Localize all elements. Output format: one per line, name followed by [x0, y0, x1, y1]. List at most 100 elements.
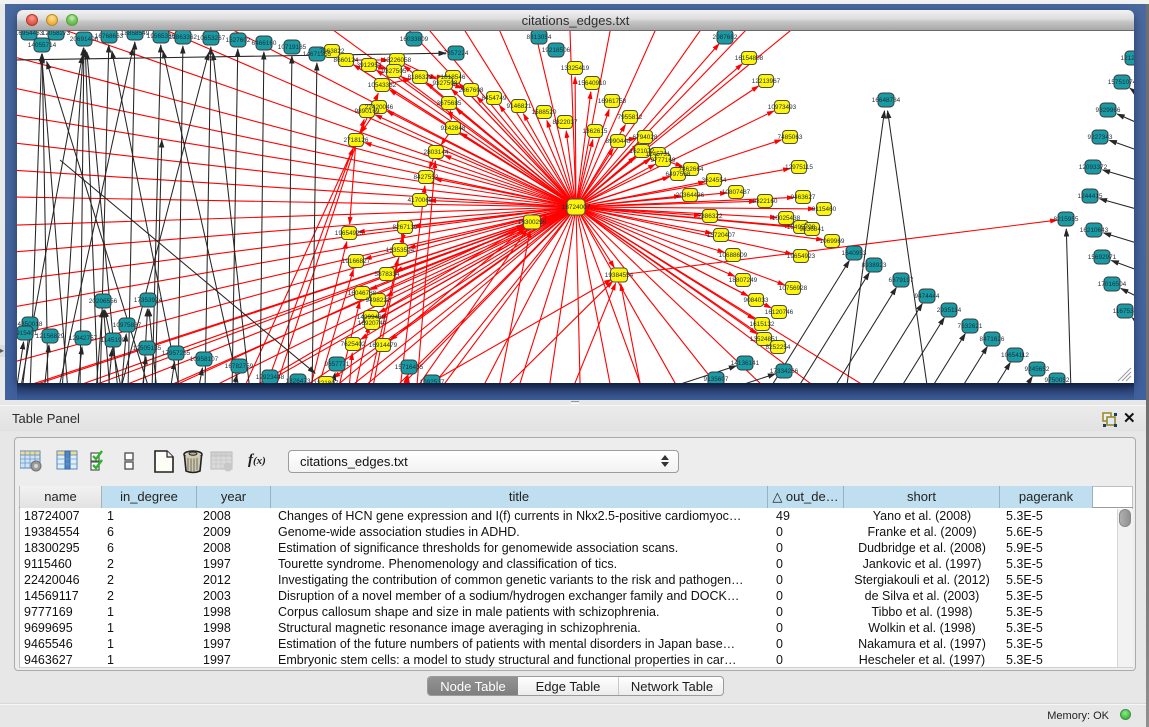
svg-text:1826473: 1826473 — [286, 378, 311, 383]
svg-text:6794028: 6794028 — [633, 134, 658, 141]
svg-text:13226058: 13226058 — [383, 57, 412, 64]
svg-text:10975887: 10975887 — [113, 322, 142, 329]
svg-text:9657771: 9657771 — [325, 361, 350, 368]
svg-text:12156829: 12156829 — [36, 333, 65, 340]
svg-text:9750052: 9750052 — [1045, 377, 1070, 383]
svg-text:9327508: 9327508 — [433, 80, 458, 87]
svg-text:16961758: 16961758 — [598, 98, 627, 105]
svg-text:9329966: 9329966 — [1096, 107, 1121, 114]
svg-text:8427552: 8427552 — [414, 174, 439, 181]
svg-text:16782759: 16782759 — [225, 363, 254, 370]
svg-text:13353594: 13353594 — [386, 247, 415, 254]
svg-text:10688609: 10688609 — [719, 252, 748, 259]
svg-text:14055714: 14055714 — [28, 42, 57, 49]
svg-text:11863362: 11863362 — [169, 34, 197, 41]
svg-text:13524851: 13524851 — [750, 336, 779, 343]
svg-text:8186323: 8186323 — [408, 74, 433, 81]
svg-text:9327505: 9327505 — [382, 68, 407, 75]
svg-text:18724007: 18724007 — [562, 204, 591, 211]
svg-text:7955812: 7955812 — [618, 114, 643, 121]
svg-text:16120746: 16120746 — [765, 309, 794, 316]
svg-text:17353924: 17353924 — [134, 297, 163, 304]
svg-text:10025438: 10025438 — [772, 215, 801, 222]
svg-text:9498222: 9498222 — [366, 297, 391, 304]
svg-text:2935114: 2935114 — [937, 307, 962, 314]
svg-text:1167534: 1167534 — [1113, 308, 1134, 315]
svg-text:8322037: 8322037 — [553, 119, 578, 126]
svg-text:13325419: 13325419 — [561, 65, 590, 72]
svg-text:5878334: 5878334 — [375, 271, 400, 278]
svg-text:16154808: 16154808 — [735, 55, 764, 62]
svg-text:17957255: 17957255 — [162, 350, 191, 357]
svg-text:15640910: 15640910 — [578, 80, 607, 87]
svg-text:16033809: 16033809 — [400, 36, 429, 43]
svg-text:10719185: 10719185 — [278, 44, 307, 51]
svg-text:17334266: 17334266 — [770, 368, 799, 375]
svg-text:1244415: 1244415 — [1078, 193, 1103, 200]
svg-text:9777169: 9777169 — [651, 157, 676, 164]
svg-text:3912954: 3912954 — [357, 62, 382, 69]
svg-text:7963822: 7963822 — [320, 48, 345, 55]
svg-text:16914479: 16914479 — [369, 342, 398, 349]
svg-text:8813054: 8813054 — [527, 34, 552, 41]
svg-text:1615132: 1615132 — [750, 321, 775, 328]
svg-text:16920744: 16920744 — [358, 320, 387, 327]
svg-text:10543382: 10543382 — [368, 82, 397, 89]
svg-text:7485063: 7485063 — [778, 134, 803, 141]
svg-text:8471626: 8471626 — [980, 336, 1005, 343]
svg-text:8322160: 8322160 — [753, 198, 778, 205]
svg-text:19218506: 19218506 — [542, 47, 571, 54]
svg-text:15720407: 15720407 — [707, 232, 736, 239]
svg-text:8215955: 8215955 — [1054, 216, 1079, 223]
svg-text:1362615: 1362615 — [583, 128, 608, 135]
svg-text:1640953: 1640953 — [842, 250, 867, 257]
svg-text:10653267: 10653267 — [197, 35, 226, 42]
svg-text:9463627: 9463627 — [791, 194, 816, 201]
svg-text:8660124: 8660124 — [334, 57, 359, 64]
svg-text:2718126: 2718126 — [344, 137, 369, 144]
svg-text:4350018: 4350018 — [18, 321, 43, 328]
svg-text:8454749: 8454749 — [482, 95, 507, 102]
svg-text:3624554: 3624554 — [702, 177, 727, 184]
svg-text:2867608: 2867608 — [459, 87, 484, 94]
svg-text:15716485: 15716485 — [395, 364, 424, 371]
svg-text:1221807: 1221807 — [314, 380, 339, 383]
svg-text:9084033: 9084033 — [744, 297, 769, 304]
svg-text:12058273: 12058273 — [42, 31, 71, 37]
svg-text:15751074: 15751074 — [1108, 79, 1134, 86]
svg-text:4170068: 4170068 — [408, 197, 433, 204]
svg-text:9474444: 9474444 — [915, 293, 940, 300]
svg-text:12942757: 12942757 — [69, 335, 98, 342]
svg-text:16046788: 16046788 — [348, 290, 377, 297]
svg-text:16768663: 16768663 — [95, 33, 124, 40]
svg-text:1588520: 1588520 — [532, 109, 557, 116]
svg-text:7625402: 7625402 — [341, 341, 366, 348]
svg-text:10654112: 10654112 — [1001, 352, 1029, 359]
svg-text:3915401: 3915401 — [17, 330, 38, 337]
svg-text:19654923: 19654923 — [787, 253, 816, 260]
svg-text:7462664: 7462664 — [679, 166, 704, 173]
svg-text:1212853: 1212853 — [1121, 55, 1134, 62]
svg-text:12213967: 12213967 — [752, 78, 781, 85]
svg-text:9836841: 9836841 — [800, 226, 825, 233]
svg-text:12923448: 12923448 — [256, 374, 285, 381]
svg-text:12505135: 12505135 — [133, 345, 162, 352]
svg-text:7632621: 7632621 — [958, 323, 983, 330]
svg-text:10807487: 10807487 — [722, 189, 751, 196]
svg-text:3675685: 3675685 — [437, 100, 462, 107]
svg-text:1145190: 1145190 — [101, 337, 126, 344]
svg-text:16210643: 16210643 — [1080, 227, 1109, 234]
svg-text:18807249: 18807249 — [729, 277, 758, 284]
svg-text:10973493: 10973493 — [768, 104, 797, 111]
svg-text:20364436: 20364436 — [676, 192, 705, 199]
svg-text:1069969: 1069969 — [820, 238, 845, 245]
svg-text:18300295: 18300295 — [518, 219, 547, 226]
svg-text:2087682: 2087682 — [713, 34, 738, 41]
svg-text:16954433: 16954433 — [17, 31, 44, 37]
svg-text:19654925: 19654925 — [335, 230, 364, 237]
svg-text:9245652: 9245652 — [1025, 366, 1050, 373]
svg-text:20206556: 20206556 — [89, 298, 118, 305]
svg-text:9115460: 9115460 — [812, 206, 837, 213]
svg-text:6379197: 6379197 — [889, 277, 914, 284]
svg-text:1527602: 1527602 — [226, 37, 251, 44]
